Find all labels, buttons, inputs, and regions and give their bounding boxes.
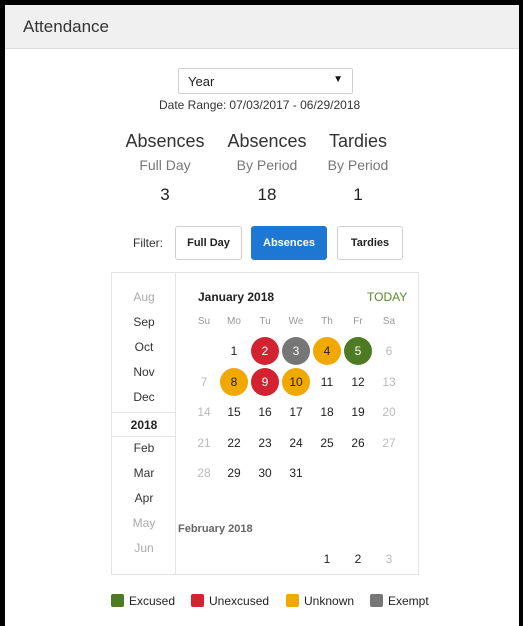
window-frame-right xyxy=(519,0,523,626)
calendar-day[interactable]: 27 xyxy=(375,429,403,457)
month-item[interactable]: Apr xyxy=(112,491,176,505)
stat-absences-by-period: Absences By Period 18 xyxy=(222,131,312,205)
date-range: Date Range: 07/03/2017 - 06/29/2018 xyxy=(156,98,360,112)
stat-value: 1 xyxy=(353,185,363,204)
month-item[interactable]: Dec xyxy=(112,390,176,404)
calendar-day[interactable]: 2 xyxy=(251,337,279,365)
range-select[interactable]: Year ▼ xyxy=(178,68,353,94)
calendar-day[interactable]: 20 xyxy=(375,398,403,426)
caret-down-icon: ▼ xyxy=(333,74,343,85)
month-item[interactable]: Sep xyxy=(112,315,176,329)
legend-swatch xyxy=(191,594,204,607)
date-range-label: Date Range: xyxy=(159,98,227,112)
calendar-day[interactable]: 1 xyxy=(313,545,341,573)
page-header: Attendance xyxy=(5,5,519,49)
calendar-day[interactable]: 10 xyxy=(282,368,310,396)
legend-unknown: Unknown xyxy=(286,594,354,610)
calendar-day[interactable]: 29 xyxy=(220,459,248,487)
weekday-label: Tu xyxy=(259,316,271,327)
calendar-day[interactable]: 4 xyxy=(313,337,341,365)
date-range-value: 07/03/2017 - 06/29/2018 xyxy=(229,98,361,112)
month-item[interactable]: Feb xyxy=(112,441,176,455)
next-month-title: February 2018 xyxy=(178,523,253,535)
stat-tardies-by-period: Tardies By Period 1 xyxy=(322,131,394,205)
legend-label: Exempt xyxy=(388,594,429,608)
calendar-day[interactable]: 17 xyxy=(282,398,310,426)
calendar-title: January 2018 xyxy=(198,290,275,304)
legend-label: Unknown xyxy=(304,594,355,608)
calendar-day[interactable]: 30 xyxy=(251,459,279,487)
calendar-day[interactable]: 25 xyxy=(313,429,341,457)
month-item[interactable]: Mar xyxy=(112,466,176,480)
calendar-day[interactable]: 5 xyxy=(344,337,372,365)
legend-swatch xyxy=(370,594,383,607)
weekday-label: Sa xyxy=(382,316,396,327)
calendar-day[interactable]: 26 xyxy=(344,429,372,457)
stat-value: 18 xyxy=(257,185,277,204)
legend-exempt: Exempt xyxy=(370,594,429,610)
calendar-day[interactable]: 13 xyxy=(375,368,403,396)
legend-unexcused: Unexcused xyxy=(191,594,269,610)
calendar-day[interactable]: 9 xyxy=(251,368,279,396)
calendar-day[interactable]: 3 xyxy=(375,545,403,573)
legend-label: Excused xyxy=(129,594,176,608)
weekday-label: Mo xyxy=(227,316,241,327)
calendar-day[interactable]: 6 xyxy=(375,337,403,365)
calendar-day[interactable]: 31 xyxy=(282,459,310,487)
calendar-day[interactable]: 24 xyxy=(282,429,310,457)
legend-label: Unexcused xyxy=(209,594,270,608)
calendar-day[interactable]: 11 xyxy=(313,368,341,396)
weekday-label: Su xyxy=(197,316,211,327)
month-item[interactable]: Aug xyxy=(112,290,176,304)
stat-absences-full-day: Absences Full Day 3 xyxy=(121,131,209,205)
legend-swatch xyxy=(111,594,124,607)
calendar-day[interactable]: 2 xyxy=(344,545,372,573)
stat-title: Absences xyxy=(125,131,205,151)
filter-label: Filter: xyxy=(133,236,163,250)
calendar-day[interactable]: 16 xyxy=(251,398,279,426)
calendar-panel: Aug Sep Oct Nov Dec 2018 Feb Mar Apr May Jun Janua… xyxy=(111,272,419,575)
filter-tardies-button[interactable]: Tardies xyxy=(337,226,403,260)
calendar-day[interactable]: 8 xyxy=(220,368,248,396)
calendar-day[interactable]: 15 xyxy=(220,398,248,426)
calendar-day[interactable]: 22 xyxy=(220,429,248,457)
stat-subtitle: By Period xyxy=(236,157,298,173)
calendar-day[interactable]: 23 xyxy=(251,429,279,457)
stat-subtitle: By Period xyxy=(327,157,389,173)
today-link[interactable]: TODAY xyxy=(367,290,407,304)
weekday-label: Fr xyxy=(353,316,363,327)
weekday-label: Th xyxy=(321,316,333,327)
stat-title: Tardies xyxy=(328,131,388,151)
stat-subtitle: Full Day xyxy=(139,157,191,173)
calendar-day[interactable]: 21 xyxy=(190,429,218,457)
stat-value: 3 xyxy=(160,185,170,204)
weekday-label: We xyxy=(288,316,304,327)
calendar-day[interactable]: 1 xyxy=(220,337,248,365)
month-item[interactable]: May xyxy=(112,516,176,530)
calendar-day[interactable]: 14 xyxy=(190,398,218,426)
window-frame-left xyxy=(0,0,5,626)
month-item[interactable]: Nov xyxy=(112,365,176,379)
calendar-day[interactable]: 7 xyxy=(190,368,218,396)
calendar-day[interactable]: 28 xyxy=(190,459,218,487)
year-separator: 2018 xyxy=(112,412,176,437)
calendar-day[interactable]: 18 xyxy=(313,398,341,426)
calendar-day[interactable]: 12 xyxy=(344,368,372,396)
range-select-value: Year xyxy=(188,74,215,89)
calendar-day[interactable]: 3 xyxy=(282,337,310,365)
filter-full-day-button[interactable]: Full Day xyxy=(175,226,242,260)
page-title: Attendance xyxy=(23,17,110,36)
month-list: Aug Sep Oct Nov Dec 2018 Feb Mar Apr May Jun xyxy=(112,273,176,574)
calendar-day[interactable]: 19 xyxy=(344,398,372,426)
filter-absences-button[interactable]: Absences xyxy=(251,226,327,260)
legend-swatch xyxy=(286,594,299,607)
legend-excused: Excused xyxy=(111,594,175,610)
month-item[interactable]: Jun xyxy=(112,541,176,555)
stat-title: Absences xyxy=(227,131,307,151)
month-item[interactable]: Oct xyxy=(112,340,176,354)
